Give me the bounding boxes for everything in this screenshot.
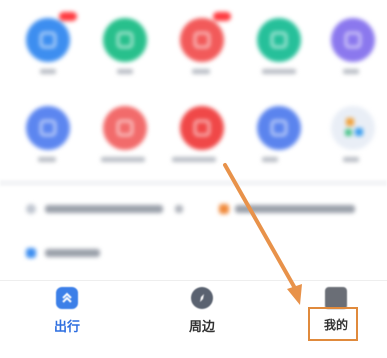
annotation-arrow bbox=[223, 163, 302, 305]
app-screen: 出行 周边 我的 bbox=[0, 0, 387, 358]
